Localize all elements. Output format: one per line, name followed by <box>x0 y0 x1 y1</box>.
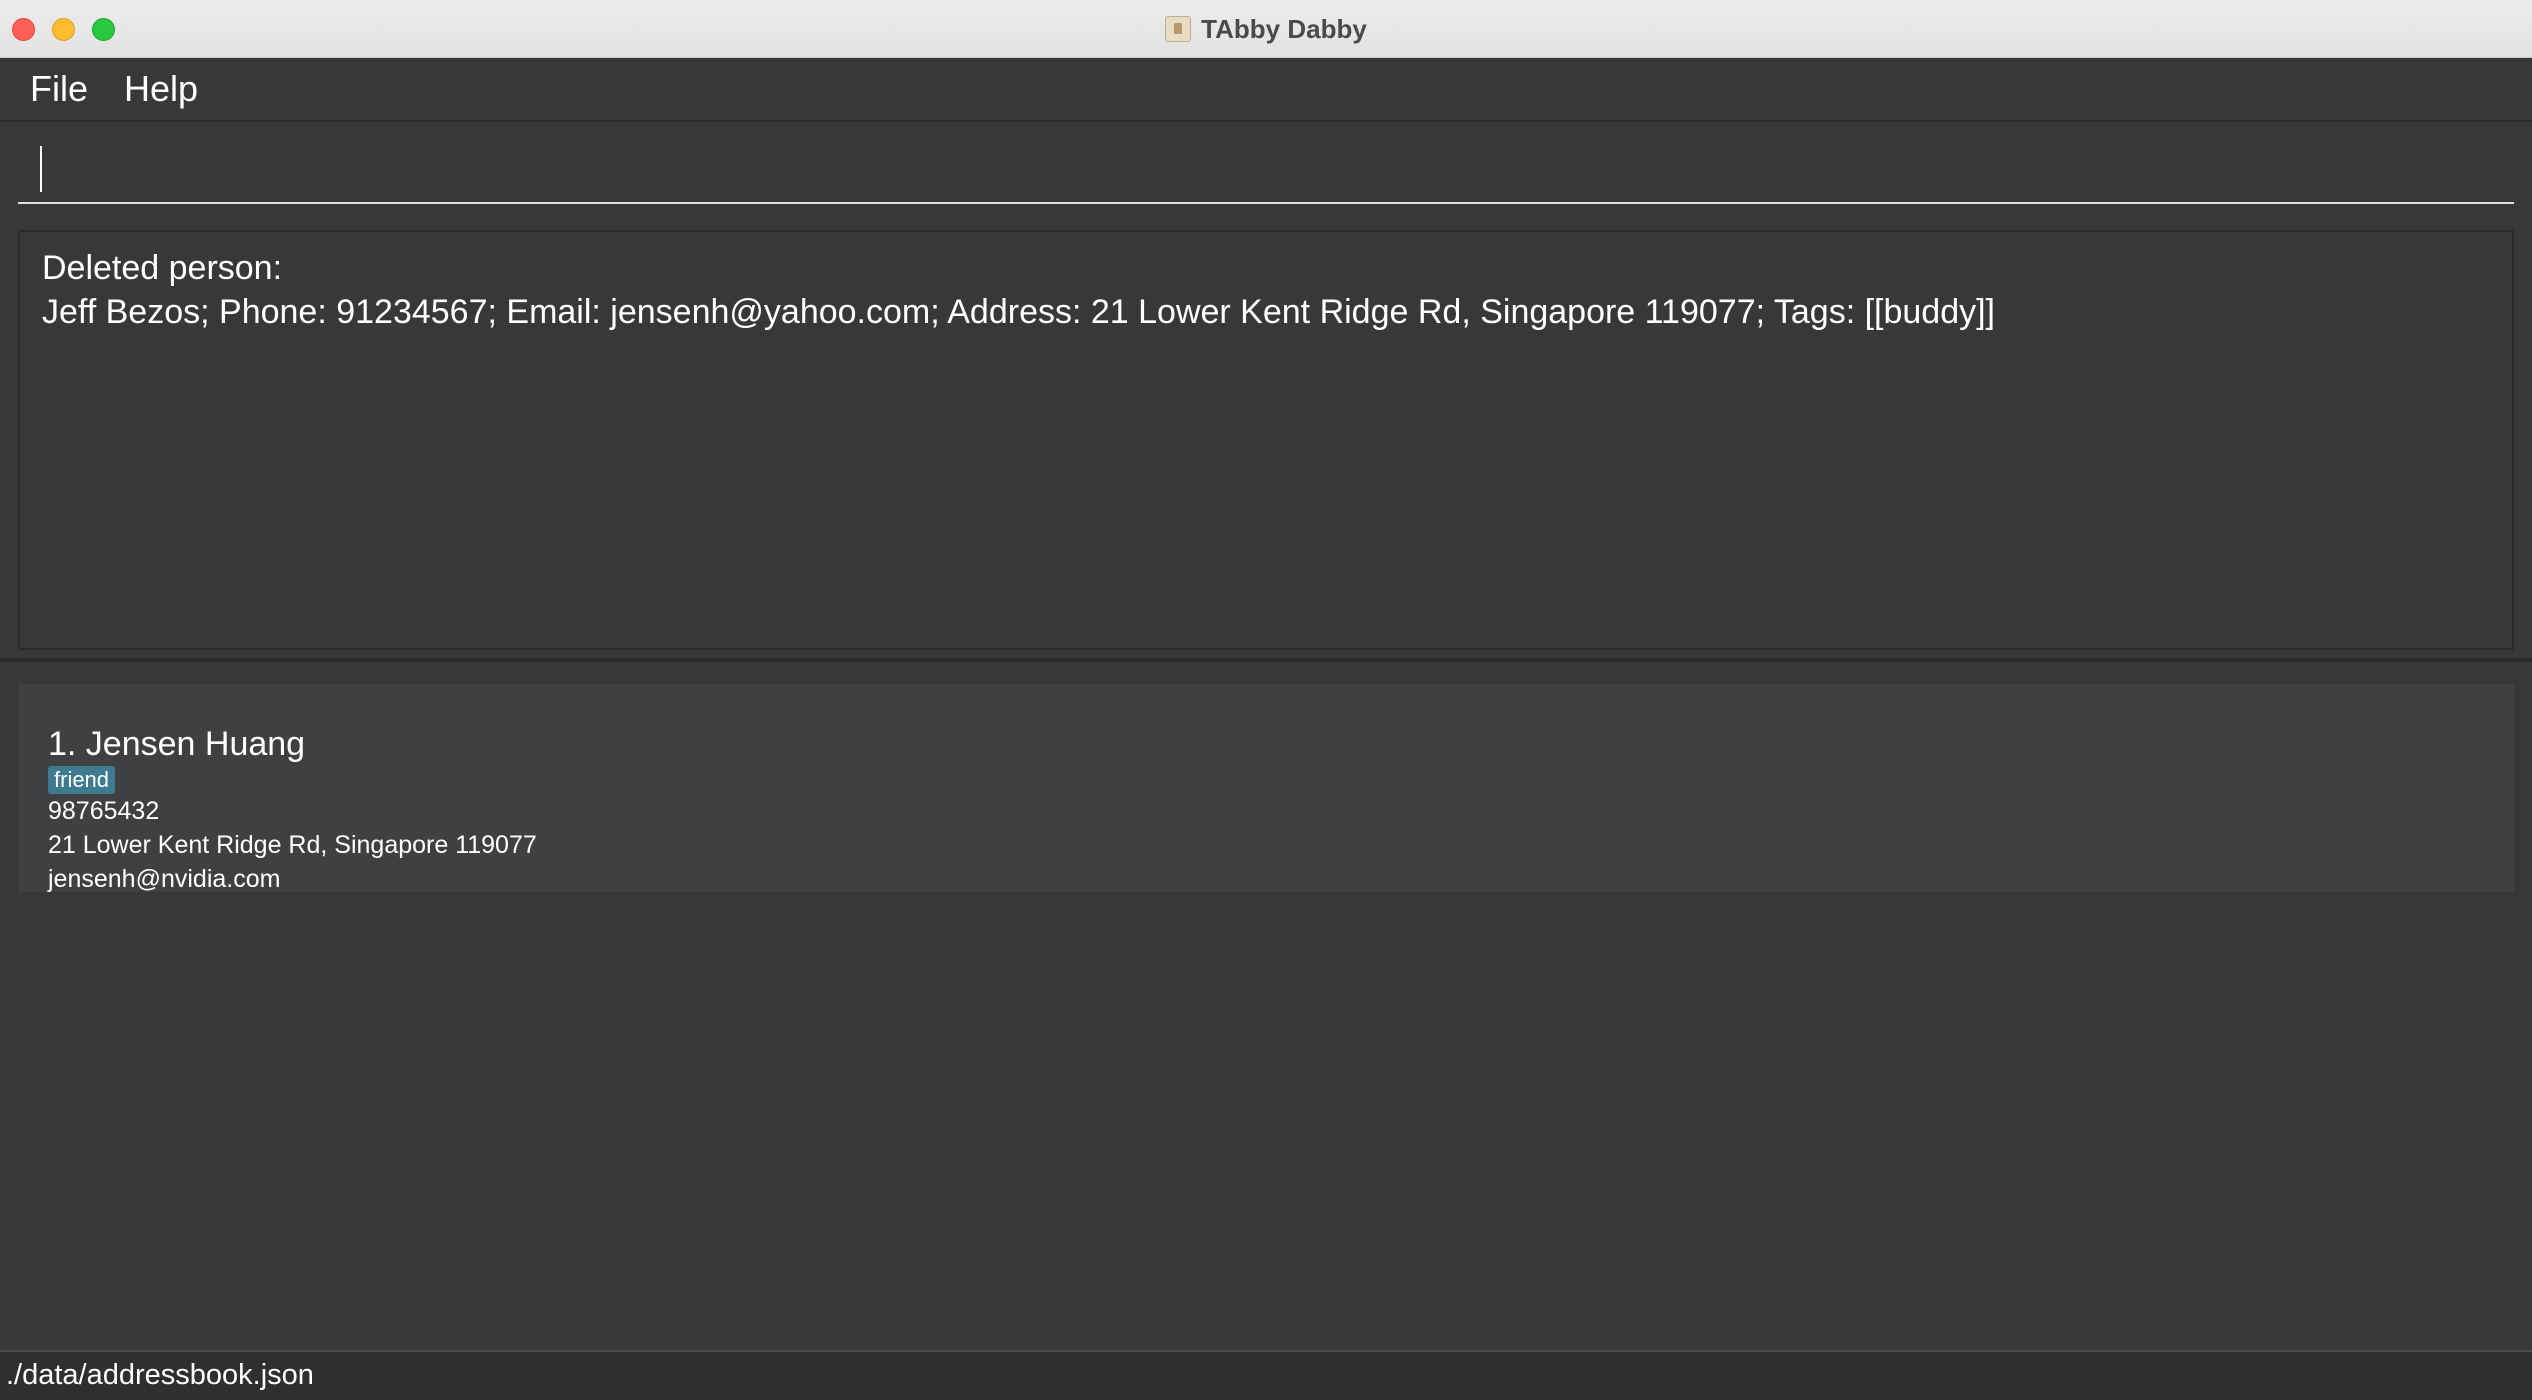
status-bar: ./data/addressbook.json <box>0 1350 2532 1400</box>
command-box <box>0 122 2532 217</box>
window-title: TAbby Dabby <box>1201 13 1367 44</box>
result-display: Deleted person: Jeff Bezos; Phone: 91234… <box>18 230 2514 650</box>
person-tag: friend <box>48 766 116 794</box>
person-email: jensenh@nvidia.com <box>48 865 281 893</box>
person-name: 1. Jensen Huang <box>48 725 306 763</box>
command-input[interactable] <box>18 140 2514 204</box>
result-message-heading: Deleted person: <box>42 249 283 287</box>
person-phone: 98765432 <box>48 797 160 825</box>
window-title-group: TAbby Dabby <box>0 0 2532 58</box>
text-caret <box>40 146 42 192</box>
title-bar: TAbby Dabby <box>0 0 2532 58</box>
result-message-detail: Jeff Bezos; Phone: 91234567; Email: jens… <box>42 293 1996 331</box>
menu-help[interactable]: Help <box>110 57 212 121</box>
address-book-icon <box>1165 16 1192 42</box>
person-card[interactable]: 1. Jensen Huang friend 98765432 21 Lower… <box>18 684 2514 893</box>
menu-file[interactable]: File <box>16 57 102 121</box>
menu-bar: File Help <box>0 58 2532 122</box>
app-window: TAbby Dabby File Help Deleted person: Je… <box>0 0 2532 1400</box>
person-list: 1. Jensen Huang friend 98765432 21 Lower… <box>0 662 2532 1350</box>
person-address: 21 Lower Kent Ridge Rd, Singapore 119077 <box>48 831 537 859</box>
save-file-path: ./data/addressbook.json <box>6 1359 314 1391</box>
person-tags: friend <box>48 764 2514 794</box>
